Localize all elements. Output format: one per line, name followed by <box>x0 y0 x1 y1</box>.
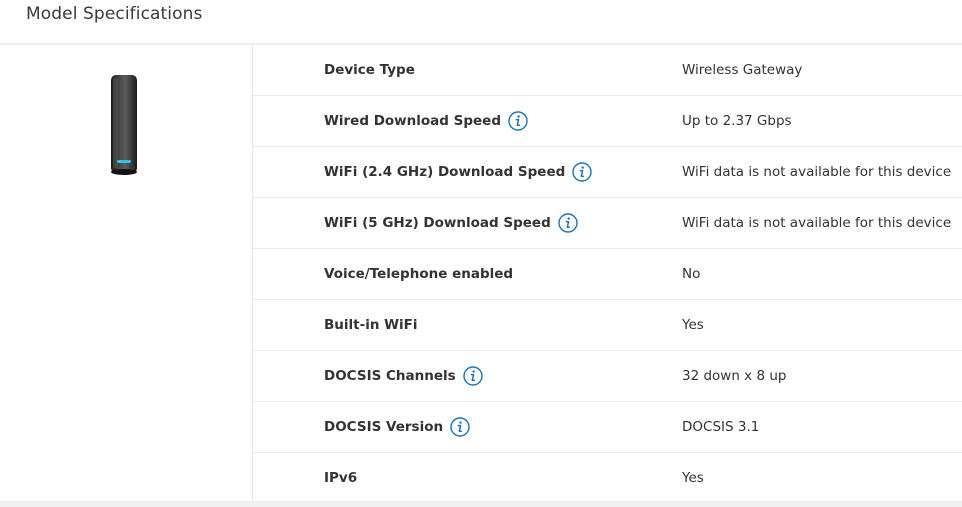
spec-label-cell: Device Type <box>324 45 415 95</box>
spec-label: Device Type <box>324 62 415 78</box>
spec-value: Up to 2.37 Gbps <box>682 113 792 129</box>
spec-row: Wired Download Speed Up to 2.37 Gbps <box>253 96 962 147</box>
spec-label: Built-in WiFi <box>324 317 418 333</box>
info-icon[interactable] <box>572 162 592 182</box>
spec-label: WiFi (5 GHz) Download Speed <box>324 215 551 231</box>
spec-label: DOCSIS Channels <box>324 368 456 384</box>
spec-row: Device Type Wireless Gateway <box>253 45 962 96</box>
spec-value: DOCSIS 3.1 <box>682 419 760 435</box>
info-icon[interactable] <box>450 417 470 437</box>
spec-value: Yes <box>682 317 704 333</box>
spec-label: Wired Download Speed <box>324 113 501 129</box>
spec-label: DOCSIS Version <box>324 419 444 435</box>
specifications-table: Device Type Wireless Gateway Wired Downloa… <box>253 45 962 504</box>
spec-label-cell: Voice/Telephone enabled <box>324 249 513 299</box>
footer-divider <box>0 501 962 507</box>
device-image-column <box>0 45 253 501</box>
spec-label-cell: Built-in WiFi <box>324 300 418 350</box>
spec-label: WiFi (2.4 GHz) Download Speed <box>324 164 566 180</box>
spec-label-cell: DOCSIS Version <box>324 402 470 452</box>
spec-value: Wireless Gateway <box>682 62 803 78</box>
info-icon[interactable] <box>462 366 483 386</box>
spec-row: IPv6 Yes <box>253 453 962 504</box>
spec-value: WiFi data is not available for this devi… <box>682 215 952 231</box>
section-title: Model Specifications <box>26 4 203 24</box>
spec-label-cell: Wired Download Speed <box>324 96 528 146</box>
spec-label-cell: IPv6 <box>324 453 357 503</box>
spec-row: Voice/Telephone enabled No <box>253 249 962 300</box>
info-icon[interactable] <box>558 213 578 233</box>
spec-row: DOCSIS Channels 32 down x 8 up <box>253 351 962 402</box>
spec-value: WiFi data is not available for this devi… <box>682 164 952 180</box>
spec-row: WiFi (5 GHz) Download Speed WiFi data is … <box>253 198 962 249</box>
spec-label-cell: WiFi (5 GHz) Download Speed <box>324 198 578 248</box>
spec-row: WiFi (2.4 GHz) Download Speed WiFi data i… <box>253 147 962 198</box>
spec-label-cell: WiFi (2.4 GHz) Download Speed <box>324 147 592 197</box>
spec-label: IPv6 <box>324 470 358 486</box>
spec-value: Yes <box>682 470 704 486</box>
spec-row: Built-in WiFi Yes <box>253 300 962 351</box>
cable-modem-gateway-image <box>111 75 137 175</box>
spec-value: 32 down x 8 up <box>682 368 787 384</box>
spec-label: Voice/Telephone enabled <box>324 266 514 282</box>
spec-label-cell: DOCSIS Channels <box>324 351 483 401</box>
info-icon[interactable] <box>508 111 528 131</box>
spec-value: No <box>682 266 701 282</box>
spec-row: DOCSIS Version DOCSIS 3.1 <box>253 402 962 453</box>
